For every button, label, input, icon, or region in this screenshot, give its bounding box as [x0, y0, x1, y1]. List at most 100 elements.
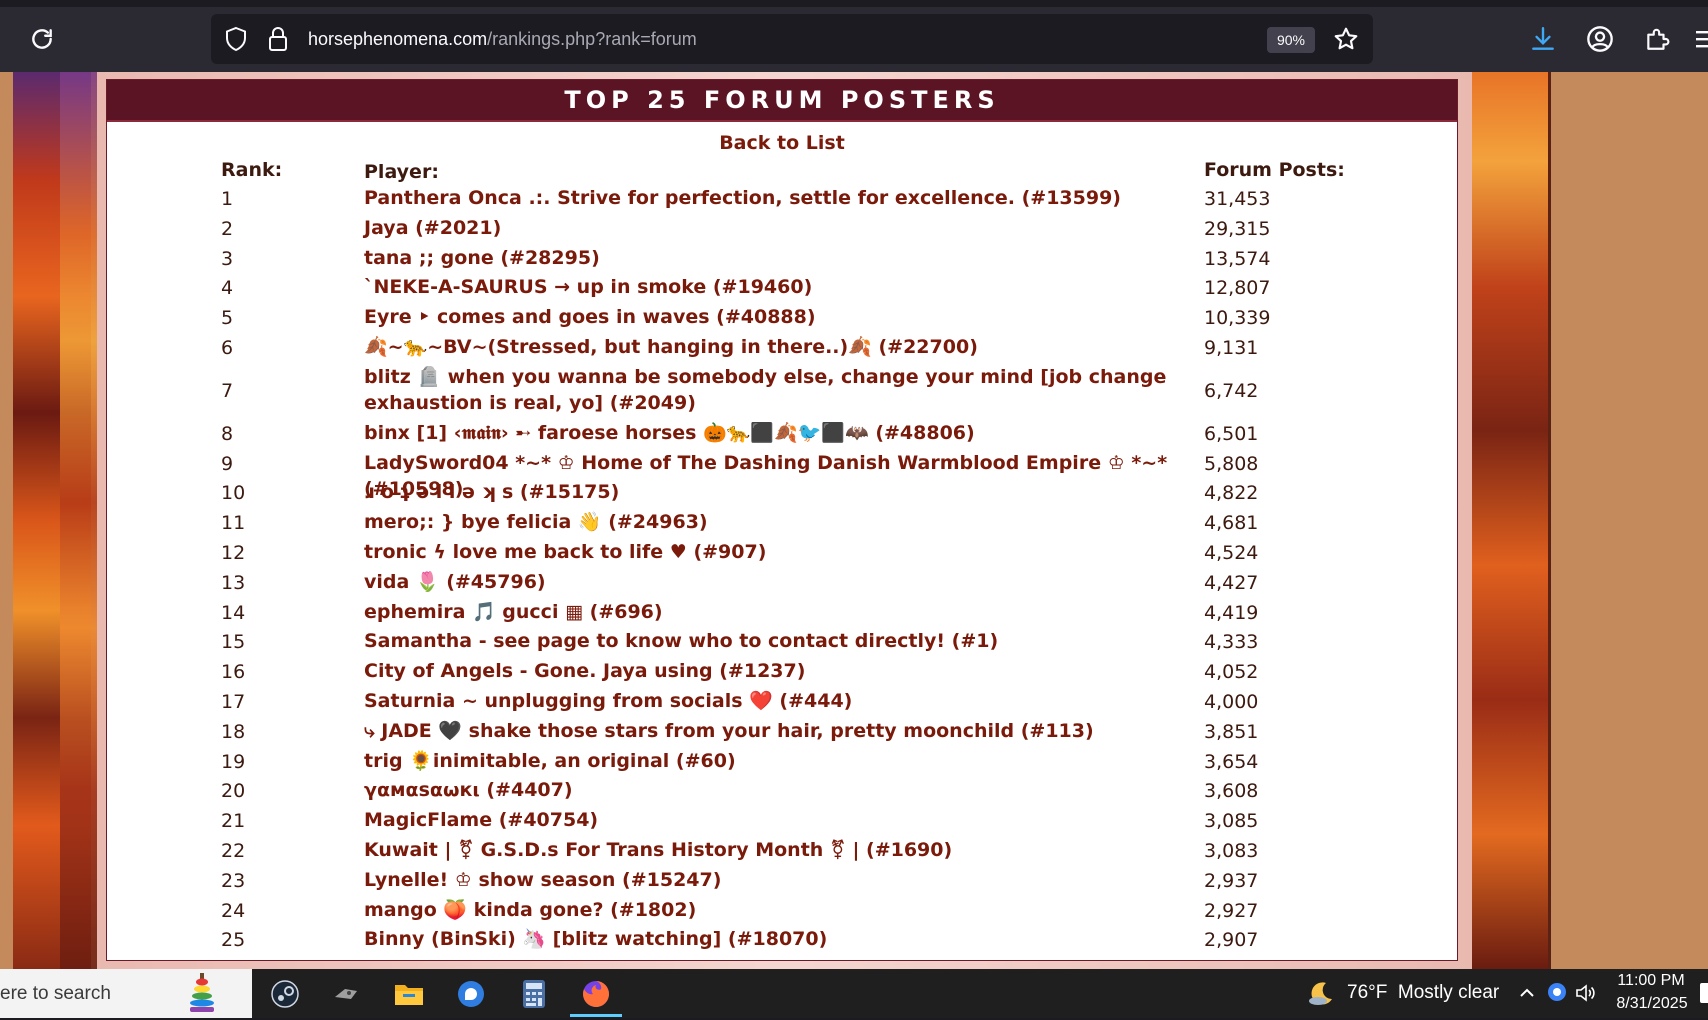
rank-cell: 6 [221, 337, 234, 359]
player-link[interactable]: blitz 🪦 when you wanna be somebody else,… [364, 364, 1204, 416]
player-link[interactable]: Eyre ‣ comes and goes in waves (#40888) [364, 304, 1204, 330]
player-link[interactable]: mero;: } bye felicia 👋 (#24963) [364, 509, 1204, 535]
frame-border-right [1548, 72, 1551, 969]
pyramid-toy-icon [187, 972, 217, 1014]
url-text[interactable]: horsephenomena.com/rankings.php?rank=for… [308, 14, 697, 64]
rank-cell: 18 [221, 720, 246, 743]
network-icon[interactable] [1546, 981, 1568, 1007]
forum-posts-cell: 4,822 [1204, 482, 1259, 505]
forum-posts-cell: 6,742 [1204, 379, 1259, 402]
forum-posts-cell: 3,851 [1204, 720, 1259, 743]
extensions-icon[interactable] [1641, 22, 1673, 56]
game-app-icon[interactable] [328, 976, 364, 1012]
rank-cell: 3 [221, 247, 234, 270]
speaker-icon[interactable] [1574, 982, 1596, 1008]
forum-posts-cell: 2,927 [1204, 899, 1259, 922]
clock-time[interactable]: 11:00 PM [1611, 972, 1691, 990]
rank-cell: 1 [221, 188, 234, 210]
player-link[interactable]: ɹ o ʇ ə l l ə ʞ s (#15175) [364, 479, 1204, 505]
autumn-tree-art-right [1472, 72, 1550, 969]
menu-icon[interactable] [1694, 22, 1708, 56]
weather-text[interactable]: 76°F Mostly clear [1347, 982, 1499, 1004]
header-player: Player: [364, 161, 439, 183]
forum-posts-cell: 4,524 [1204, 542, 1259, 564]
player-link[interactable]: Binny (BinSki) 🦄 [blitz watching] (#1807… [364, 926, 1204, 952]
player-link[interactable]: γαмαѕαωкι (#4407) [364, 777, 1204, 803]
forum-posts-cell: 4,333 [1204, 631, 1259, 654]
back-to-list-link[interactable]: Back to List [107, 132, 1457, 154]
rank-cell: 5 [221, 307, 234, 330]
rank-cell: 2 [221, 217, 234, 240]
forum-posts-cell: 2,937 [1204, 869, 1259, 892]
player-link[interactable]: 🍂~🐆~BV~(Stressed, but hanging in there..… [364, 334, 1204, 360]
notification-icon[interactable] [1700, 983, 1708, 1003]
player-link[interactable]: Panthera Onca .:. Strive for perfection,… [364, 185, 1204, 211]
player-link[interactable]: mango 🍑 kinda gone? (#1802) [364, 897, 1204, 923]
rank-cell: 15 [221, 631, 246, 654]
forum-posts-cell: 5,808 [1204, 452, 1259, 475]
clock-date[interactable]: 8/31/2025 [1607, 995, 1697, 1013]
star-icon[interactable] [1331, 24, 1361, 54]
forum-posts-cell: 3,085 [1204, 810, 1259, 833]
rank-cell: 7 [221, 379, 234, 402]
forum-posts-cell: 12,807 [1204, 277, 1271, 300]
rank-cell: 13 [221, 571, 246, 594]
chat-app-icon[interactable] [453, 976, 489, 1012]
browser-toolbar: horsephenomena.com/rankings.php?rank=for… [0, 0, 1708, 72]
lock-icon[interactable] [263, 24, 293, 54]
steam-icon[interactable] [267, 976, 303, 1012]
forum-posts-cell: 4,052 [1204, 661, 1259, 684]
player-link[interactable]: `NEKE-A-SAURUS → up in smoke (#19460) [364, 274, 1204, 300]
calculator-icon[interactable] [516, 976, 552, 1012]
search-placeholder: ere to search [0, 983, 111, 1004]
web-page: TOP 25 FORUM POSTERS Back to List Rank: … [0, 72, 1708, 969]
forum-posts-cell: 3,083 [1204, 840, 1259, 862]
rank-cell: 20 [221, 780, 246, 803]
rank-cell: 4 [221, 277, 234, 300]
header-rank: Rank: [221, 159, 283, 181]
player-link[interactable]: City of Angels - Gone. Jaya using (#1237… [364, 658, 1204, 684]
forum-posts-cell: 4,419 [1204, 601, 1259, 624]
player-link[interactable]: Samantha - see page to know who to conta… [364, 628, 1204, 654]
reload-icon[interactable] [22, 19, 62, 59]
url-domain: horsephenomena.com [308, 29, 488, 49]
player-link[interactable]: MagicFlame (#40754) [364, 807, 1204, 833]
player-link[interactable]: ephemira 🎵 gucci ▦ (#696) [364, 599, 1204, 625]
firefox-icon[interactable] [578, 976, 614, 1012]
rank-cell: 19 [221, 750, 246, 773]
player-link[interactable]: Kuwait | ⚧ G.S.D.s For Trans History Mon… [364, 837, 1204, 863]
player-link[interactable]: vida 🌷 (#45796) [364, 569, 1204, 595]
zoom-level-badge[interactable]: 90% [1267, 27, 1315, 53]
rank-cell: 14 [221, 601, 246, 624]
forum-posts-cell: 9,131 [1204, 337, 1259, 359]
player-link[interactable]: Jaya (#2021) [364, 215, 1204, 241]
player-link[interactable]: trig 🌻inimitable, an original (#60) [364, 748, 1204, 774]
download-icon[interactable] [1527, 22, 1559, 56]
rank-cell: 8 [221, 422, 234, 445]
player-link[interactable]: binx [1] ‹𝖒𝖆𝖎𝖓› ➸ faroese horses 🎃🐆⬛🍂🐦⬛🦇… [364, 420, 1204, 446]
rank-cell: 11 [221, 512, 246, 535]
forum-posts-cell: 4,681 [1204, 512, 1259, 535]
url-path: /rankings.php?rank=forum [487, 29, 697, 49]
windows-taskbar: ere to search 76°F Mostly clear 11:00 PM… [0, 969, 1708, 1018]
player-link[interactable]: Saturnia ~ unplugging from socials ❤️ (#… [364, 688, 1204, 714]
shield-icon[interactable] [221, 24, 251, 54]
rankings-panel: TOP 25 FORUM POSTERS Back to List Rank: … [106, 79, 1458, 961]
rank-cell: 9 [221, 452, 234, 475]
file-explorer-icon[interactable] [391, 976, 427, 1012]
player-link[interactable]: Lynelle! ♔ show season (#15247) [364, 867, 1204, 893]
rank-cell: 10 [221, 482, 246, 505]
forum-posts-cell: 13,574 [1204, 247, 1271, 270]
chevron-up-icon[interactable] [1517, 983, 1537, 1007]
taskbar-search-box[interactable]: ere to search [0, 969, 252, 1018]
account-icon[interactable] [1584, 22, 1616, 56]
rank-cell: 22 [221, 840, 246, 862]
rank-cell: 12 [221, 542, 246, 564]
address-bar[interactable]: horsephenomena.com/rankings.php?rank=for… [211, 14, 1373, 64]
player-link[interactable]: tronic ϟ love me back to life ♥ (#907) [364, 539, 1204, 565]
forum-posts-cell: 2,907 [1204, 929, 1259, 952]
player-link[interactable]: tana ;; gone (#28295) [364, 245, 1204, 271]
forum-posts-cell: 4,427 [1204, 571, 1259, 594]
forum-posts-cell: 3,654 [1204, 750, 1259, 773]
player-link[interactable]: ⤷ JADE 🖤 shake those stars from your hai… [364, 718, 1204, 744]
